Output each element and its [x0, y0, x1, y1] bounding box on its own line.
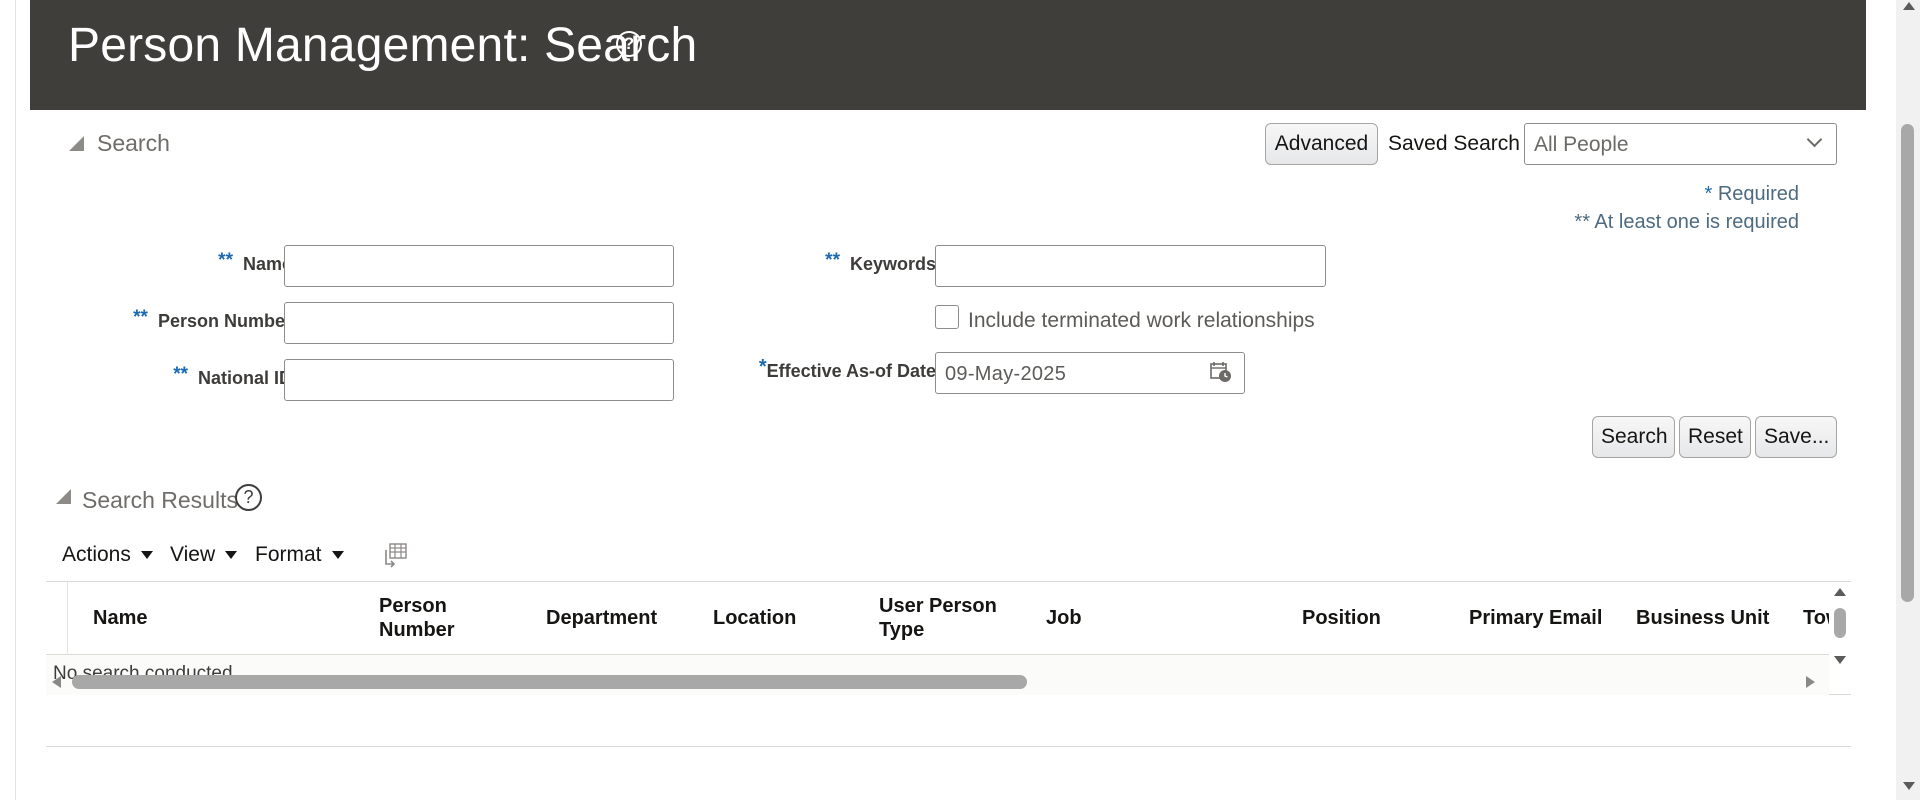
- row-header-gutter: [46, 582, 68, 655]
- page-title: Person Management: Search: [68, 19, 698, 72]
- results-table: Name Person Number Department Location User P…: [46, 581, 1851, 695]
- column-header-label: Number: [379, 619, 455, 641]
- page-vertical-scrollbar[interactable]: [1896, 0, 1920, 800]
- keywords-label: ** Keywords: [825, 250, 936, 276]
- advanced-button[interactable]: Advanced: [1265, 123, 1378, 165]
- save-button-label: Save...: [1764, 425, 1830, 448]
- format-menu-label: Format: [255, 543, 322, 566]
- caret-down-icon: [225, 551, 238, 559]
- column-header-label: Tow: [1803, 607, 1829, 629]
- table-vertical-scrollbar[interactable]: [1830, 582, 1851, 695]
- effective-date-label-text: Effective As-of Date: [766, 361, 936, 381]
- left-frame-strip: [0, 0, 16, 800]
- column-header-label: Name: [93, 607, 148, 629]
- column-header[interactable]: Primary Email: [1469, 606, 1602, 630]
- required-stars: **: [173, 364, 188, 385]
- search-button[interactable]: Search: [1592, 416, 1675, 458]
- national-id-label-text: National ID: [197, 368, 292, 388]
- national-id-label: ** National ID: [173, 364, 292, 390]
- column-header-label: Business Unit: [1636, 607, 1770, 629]
- scroll-up-icon[interactable]: [1834, 588, 1846, 596]
- scroll-down-icon[interactable]: [1903, 782, 1915, 790]
- required-star: *: [758, 356, 767, 378]
- column-header-label: Type: [879, 619, 925, 641]
- freeze-columns-icon[interactable]: [382, 542, 408, 568]
- scroll-down-icon[interactable]: [1834, 656, 1846, 664]
- calendar-icon[interactable]: [1210, 361, 1232, 383]
- column-header-label: Position: [1302, 607, 1381, 629]
- column-header[interactable]: Business Unit: [1636, 606, 1769, 630]
- page-scroll-thumb[interactable]: [1901, 124, 1914, 602]
- reset-button[interactable]: Reset: [1679, 416, 1751, 458]
- actions-menu[interactable]: Actions: [62, 543, 153, 567]
- divider: [46, 746, 1851, 747]
- scroll-left-icon[interactable]: [52, 676, 61, 688]
- save-button[interactable]: Save...: [1755, 416, 1837, 458]
- view-menu[interactable]: View: [170, 543, 238, 567]
- required-legend: * Required: [1704, 183, 1799, 206]
- required-stars: **: [825, 250, 840, 271]
- column-header[interactable]: Job: [1046, 606, 1082, 630]
- column-header-label: User Person: [879, 595, 997, 617]
- saved-search-value: All People: [1534, 133, 1629, 156]
- question-circle-icon[interactable]: ?: [235, 484, 262, 511]
- person-number-label: ** Person Number: [133, 307, 292, 333]
- column-header[interactable]: Location: [713, 606, 796, 630]
- column-header[interactable]: Tow: [1803, 606, 1829, 630]
- advanced-button-label: Advanced: [1274, 132, 1369, 155]
- include-terminated-checkbox[interactable]: [935, 305, 959, 329]
- format-menu[interactable]: Format: [255, 543, 344, 567]
- name-input[interactable]: [284, 245, 674, 287]
- horizontal-scrollbar[interactable]: [46, 669, 1829, 695]
- effective-date-label: *Effective As-of Date: [759, 356, 936, 383]
- column-header-label: Department: [546, 607, 658, 629]
- search-section-title: Search: [97, 130, 170, 156]
- name-label: ** Name: [218, 250, 292, 276]
- caret-down-icon: [331, 551, 344, 559]
- column-header-label: Primary Email: [1469, 607, 1603, 629]
- collapse-triangle-icon[interactable]: [69, 136, 84, 151]
- table-header: Name Person Number Department Location User P…: [46, 582, 1829, 655]
- caret-down-icon: [140, 551, 153, 559]
- at-least-one-legend: ** At least one is required: [1574, 211, 1799, 233]
- reset-button-label: Reset: [1688, 425, 1743, 448]
- vertical-scroll-thumb[interactable]: [1834, 608, 1846, 638]
- page-content: Person Management: Search ? Search Advan…: [16, 0, 1878, 800]
- person-number-label-text: Person Number: [157, 311, 292, 331]
- horizontal-scroll-thumb[interactable]: [72, 675, 1027, 689]
- column-header-label: Job: [1046, 607, 1082, 629]
- column-header-label: Person: [379, 595, 447, 617]
- effective-date-value: 09-May-2025: [945, 363, 1067, 385]
- question-circle-icon[interactable]: ?: [616, 31, 642, 57]
- person-number-input[interactable]: [284, 302, 674, 344]
- page-header: Person Management: Search ?: [30, 0, 1866, 110]
- national-id-input[interactable]: [284, 359, 674, 401]
- column-header-label: Location: [713, 607, 797, 629]
- column-header[interactable]: User Person Type: [879, 594, 997, 642]
- column-header[interactable]: Department: [546, 606, 657, 630]
- view-menu-label: View: [170, 543, 216, 566]
- chevron-down-icon: [1806, 131, 1823, 148]
- keywords-label-text: Keywords: [849, 254, 936, 274]
- saved-search-label: Saved Search: [1388, 132, 1520, 155]
- search-button-label: Search: [1601, 425, 1668, 448]
- include-terminated-label: Include terminated work relationships: [968, 309, 1315, 332]
- column-header[interactable]: Position: [1302, 606, 1381, 630]
- effective-date-input[interactable]: 09-May-2025: [935, 352, 1245, 394]
- saved-search-select[interactable]: All People: [1524, 123, 1837, 165]
- search-results-title: Search Results: [82, 487, 238, 513]
- column-header[interactable]: Name: [93, 606, 147, 630]
- column-header[interactable]: Person Number: [379, 594, 455, 642]
- actions-menu-label: Actions: [62, 543, 131, 566]
- keywords-input[interactable]: [935, 245, 1326, 287]
- scroll-up-icon[interactable]: [1903, 2, 1915, 10]
- required-note: Required: [1717, 183, 1799, 205]
- required-stars: **: [218, 250, 233, 271]
- scroll-right-icon[interactable]: [1806, 676, 1815, 688]
- required-star: *: [1704, 183, 1713, 205]
- collapse-triangle-icon[interactable]: [56, 489, 71, 504]
- required-stars: **: [133, 307, 148, 328]
